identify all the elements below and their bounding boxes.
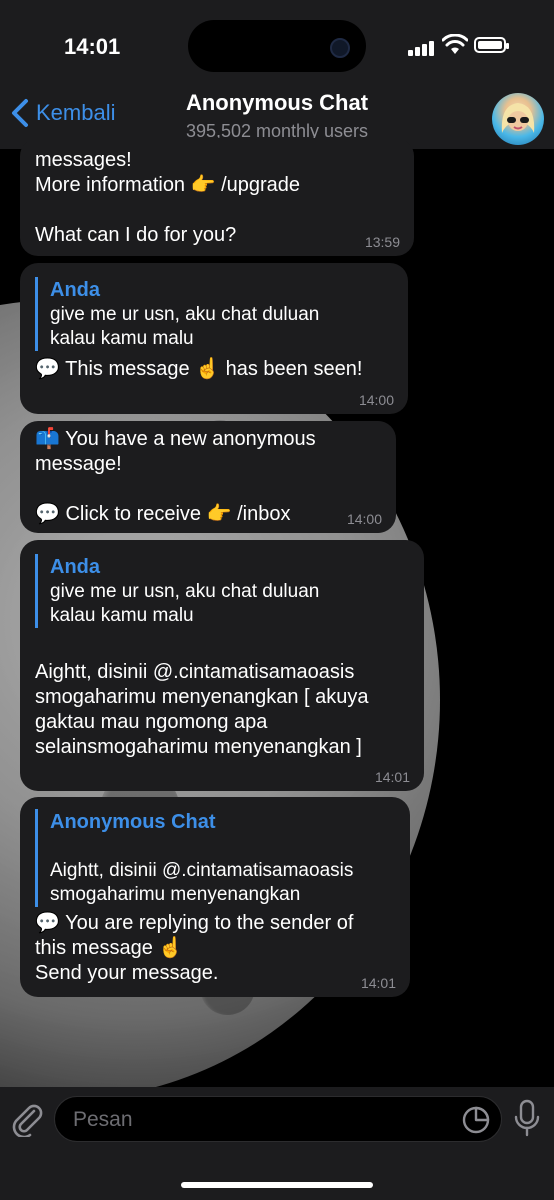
quote-text: give me ur usn, aku chat duluan kalau ka…	[50, 581, 320, 626]
quote-text: Aightt, disinii @.cintamatisamaoasis smo…	[50, 860, 354, 905]
message-bubble[interactable]: 📫 You have a new anonymous message! 💬 Cl…	[20, 421, 396, 533]
quote-author: Anda	[50, 556, 100, 578]
message-time: 14:00	[358, 392, 394, 408]
reply-quote[interactable]: Anda give me ur usn, aku chat duluan kal…	[35, 554, 408, 628]
chevron-left-icon	[12, 99, 28, 127]
status-time: 14:01	[64, 34, 121, 59]
message-text: messages! More information 👉 /upgrade Wh…	[35, 149, 301, 246]
message-time: 13:59	[364, 234, 400, 250]
back-button[interactable]: Kembali	[10, 98, 115, 128]
sticker-icon[interactable]	[461, 1105, 491, 1135]
message-bubble[interactable]: Anda give me ur usn, aku chat duluan kal…	[20, 540, 424, 791]
wifi-icon	[442, 34, 468, 54]
battery-icon	[474, 37, 509, 53]
back-label: Kembali	[36, 100, 116, 125]
bot-avatar[interactable]	[492, 93, 544, 145]
cellular-signal-icon	[408, 38, 436, 56]
message-text: 💬 This message ☝️ has been seen!	[35, 358, 363, 380]
quote-text: give me ur usn, aku chat duluan kalau ka…	[50, 304, 320, 349]
quote-author: Anda	[50, 279, 100, 301]
reply-quote[interactable]: Anonymous Chat Aightt, disinii @.cintama…	[35, 809, 394, 907]
message-bubble[interactable]: Anda give me ur usn, aku chat duluan kal…	[20, 263, 408, 414]
message-time: 14:01	[374, 769, 410, 785]
microphone-icon[interactable]	[512, 1099, 542, 1139]
reply-quote[interactable]: Anda give me ur usn, aku chat duluan kal…	[35, 277, 392, 351]
message-bubble[interactable]: messages! More information 👉 /upgrade Wh…	[20, 138, 414, 256]
paperclip-icon[interactable]	[10, 1101, 44, 1137]
status-bar: 14:01	[0, 0, 554, 92]
message-time: 14:00	[346, 511, 382, 527]
message-text: 💬 You are replying to the sender of this…	[35, 912, 354, 984]
camera-icon	[330, 38, 350, 58]
message-text: 📫 You have a new anonymous message! 💬 Cl…	[35, 428, 316, 525]
message-time: 14:01	[360, 975, 396, 991]
home-indicator[interactable]	[181, 1182, 373, 1188]
message-input[interactable]	[71, 1097, 445, 1143]
message-field	[54, 1096, 502, 1143]
message-text: Aightt, disinii @.cintamatisamaoasis smo…	[35, 661, 369, 758]
quote-author: Anonymous Chat	[50, 811, 216, 833]
message-bubble[interactable]: Anonymous Chat Aightt, disinii @.cintama…	[20, 797, 410, 997]
